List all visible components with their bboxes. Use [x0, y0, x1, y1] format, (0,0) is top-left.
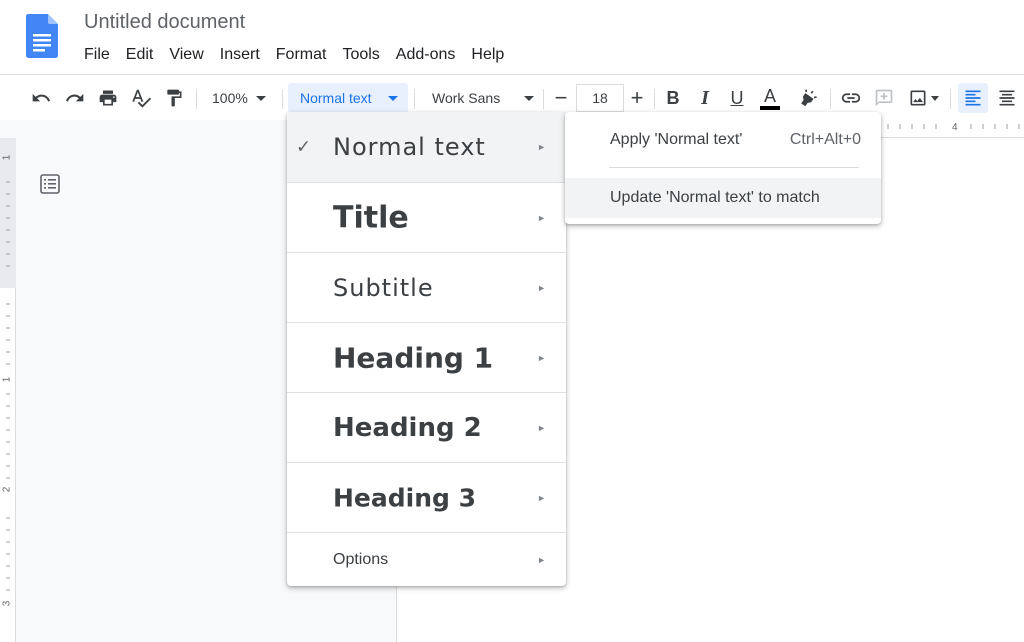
paragraph-style-select[interactable]: Normal text: [288, 83, 408, 113]
chevron-down-icon: [524, 96, 534, 101]
submenu-arrow-icon: ►: [537, 422, 546, 433]
submenu-arrow-icon: ►: [537, 352, 546, 363]
zoom-value: 100%: [212, 90, 248, 106]
decrease-font-size-button[interactable]: −: [548, 85, 574, 111]
chevron-down-icon: [388, 96, 398, 101]
toolbar-divider: [282, 89, 283, 109]
submenu-arrow-icon: ►: [537, 554, 546, 565]
submenu-arrow-icon: ►: [537, 142, 546, 152]
style-menu-item-subtitle[interactable]: Subtitle ►: [287, 252, 566, 322]
vertical-ruler: 1 1 2 3: [0, 138, 16, 642]
increase-font-size-button[interactable]: +: [624, 85, 650, 111]
ruler-number: 3: [1, 600, 13, 607]
menu-insert[interactable]: Insert: [212, 44, 268, 66]
spellcheck-icon[interactable]: [128, 85, 154, 111]
style-menu-label: Options: [333, 550, 389, 568]
align-left-icon[interactable]: [958, 83, 988, 113]
undo-icon[interactable]: [28, 85, 54, 111]
style-menu-label: Heading 3: [333, 483, 477, 512]
style-menu-item-title[interactable]: Title ►: [287, 182, 566, 252]
style-menu-label: Title: [333, 200, 409, 235]
menu-file[interactable]: File: [76, 44, 118, 66]
ruler-number: 4: [952, 122, 958, 133]
style-menu-item-options[interactable]: Options ►: [287, 532, 566, 586]
paragraph-style-value: Normal text: [300, 90, 372, 106]
paint-format-icon[interactable]: [161, 85, 187, 111]
toolbar-divider: [654, 89, 655, 109]
font-select[interactable]: Work Sans: [424, 85, 544, 111]
title-bar: Untitled document File Edit View Insert …: [0, 0, 1024, 74]
document-title[interactable]: Untitled document: [84, 11, 245, 34]
style-menu-item-heading-3[interactable]: Heading 3 ►: [287, 462, 566, 532]
ruler-number: 1: [1, 154, 13, 161]
update-style-label: Update 'Normal text' to match: [610, 189, 820, 206]
align-center-icon[interactable]: [994, 85, 1020, 111]
update-style-item[interactable]: Update 'Normal text' to match: [565, 178, 881, 218]
toolbar-divider: [196, 89, 197, 109]
submenu-arrow-icon: ►: [537, 282, 546, 293]
zoom-select[interactable]: 100%: [206, 85, 276, 111]
toolbar-divider: [830, 89, 831, 109]
bold-button[interactable]: B: [660, 85, 686, 111]
redo-icon[interactable]: [62, 85, 88, 111]
menu-view[interactable]: View: [161, 44, 211, 66]
underline-button[interactable]: U: [724, 85, 750, 111]
menu-bar: File Edit View Insert Format Tools Add-o…: [76, 44, 512, 66]
chevron-down-icon: [256, 96, 266, 101]
text-color-button[interactable]: A: [757, 85, 783, 111]
toolbar-divider: [543, 89, 544, 109]
font-value: Work Sans: [432, 90, 501, 106]
check-icon: ✓: [296, 136, 312, 157]
text-color-glyph: A: [763, 85, 776, 106]
google-docs-icon[interactable]: [26, 14, 58, 58]
toolbar-divider: [950, 89, 951, 109]
style-menu-item-heading-2[interactable]: Heading 2 ►: [287, 392, 566, 462]
ruler-number: 1: [1, 376, 13, 383]
menu-format[interactable]: Format: [268, 44, 335, 66]
submenu-arrow-icon: ►: [537, 212, 546, 223]
text-color-swatch: [760, 105, 780, 110]
italic-button[interactable]: I: [692, 85, 718, 111]
document-outline-icon[interactable]: [38, 172, 62, 201]
link-icon[interactable]: [838, 85, 864, 111]
style-menu-label: Normal text: [333, 133, 486, 161]
print-icon[interactable]: [95, 85, 121, 111]
apply-style-label: Apply 'Normal text': [610, 131, 743, 148]
style-menu-label: Subtitle: [333, 273, 434, 302]
keyboard-shortcut: Ctrl+Alt+0: [789, 131, 861, 148]
style-menu-item-normal-text[interactable]: ✓ Normal text ►: [287, 112, 566, 182]
menu-divider: [609, 167, 859, 168]
normal-text-submenu: Apply 'Normal text' Ctrl+Alt+0 Update 'N…: [565, 112, 881, 224]
submenu-arrow-icon: ►: [537, 492, 546, 503]
paragraph-style-menu: ✓ Normal text ► Title ► Subtitle ► Headi…: [287, 112, 566, 586]
menu-edit[interactable]: Edit: [118, 44, 162, 66]
menu-addons[interactable]: Add-ons: [388, 44, 464, 66]
style-menu-label: Heading 2: [333, 412, 482, 443]
insert-image-icon[interactable]: [903, 85, 943, 111]
add-comment-icon[interactable]: [871, 85, 897, 111]
font-size-input[interactable]: 18: [576, 84, 624, 112]
chevron-down-icon: [930, 95, 939, 101]
style-menu-item-heading-1[interactable]: Heading 1 ►: [287, 322, 566, 392]
ruler-number: 2: [1, 486, 13, 493]
menu-tools[interactable]: Tools: [334, 44, 387, 66]
apply-style-item[interactable]: Apply 'Normal text' Ctrl+Alt+0: [565, 120, 881, 160]
style-menu-label: Heading 1: [333, 341, 494, 374]
toolbar-divider: [414, 89, 415, 109]
menu-help[interactable]: Help: [463, 44, 512, 66]
highlight-icon[interactable]: [795, 85, 821, 111]
